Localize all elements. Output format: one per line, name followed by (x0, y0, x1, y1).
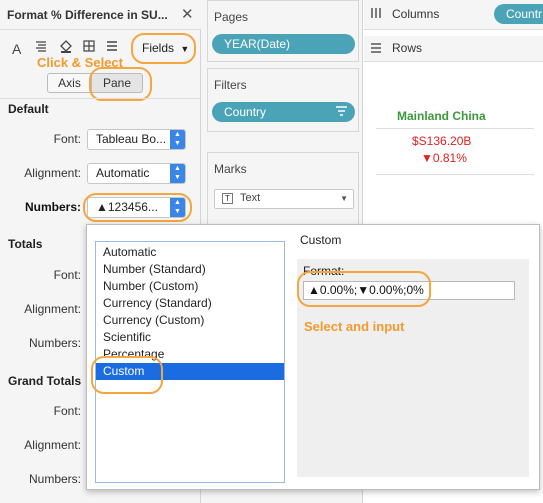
filter-icon (336, 102, 347, 122)
alignment-select-value: Automatic (96, 166, 150, 180)
rows-label: Rows (392, 41, 423, 55)
custom-title: Custom (300, 233, 342, 247)
custom-format-panel: Custom Format: ▲0.00%;▼0.00%;0% Select a… (297, 233, 537, 485)
columns-icon (370, 7, 382, 22)
highlight-fields (131, 33, 196, 64)
filters-card: Filters Country (207, 68, 359, 132)
marks-card: Marks T Text ▼ (207, 152, 359, 232)
columns-shelf: Columns Countr (364, 0, 543, 30)
pages-pill[interactable]: YEAR(Date) (212, 34, 355, 54)
rows-icon (370, 42, 382, 57)
alignment-select[interactable]: Automatic ▲ ▼ (87, 163, 186, 184)
pages-title: Pages (214, 10, 249, 24)
highlight-format-input (297, 271, 431, 307)
numbers-label: Numbers: (24, 200, 81, 214)
viz-value: $S136.20B (412, 134, 472, 148)
font-label: Font: (53, 132, 81, 146)
divider (376, 174, 534, 175)
close-icon[interactable]: ✕ (181, 5, 194, 23)
totals-numbers-label: Numbers: (28, 336, 81, 350)
list-item-currency-custom[interactable]: Currency (Custom) (96, 312, 284, 329)
section-default-heading: Default (8, 102, 49, 116)
filters-pill[interactable]: Country (212, 102, 355, 122)
list-item-scientific[interactable]: Scientific (96, 329, 284, 346)
pages-card: Pages YEAR(Date) (207, 0, 359, 62)
font-icon[interactable]: A (12, 41, 21, 57)
columns-label: Columns (392, 7, 440, 21)
mark-type-label: Text (240, 192, 261, 204)
mark-type-select[interactable]: T Text ▼ (214, 189, 354, 209)
list-item-number-standard[interactable]: Number (Standard) (96, 261, 284, 278)
highlight-pane-tab (89, 67, 152, 101)
stepper-icon: ▲ ▼ (170, 164, 185, 183)
font-select-value: Tableau Bo... (96, 132, 167, 146)
list-item-currency-standard[interactable]: Currency (Standard) (96, 295, 284, 312)
rows-shelf: Rows (364, 36, 543, 62)
marks-title: Marks (214, 162, 247, 176)
section-totals-heading: Totals (8, 237, 43, 251)
stepper-icon: ▲ ▼ (170, 130, 185, 149)
format-pane-header: Format % Difference in SU... ✕ (0, 0, 201, 30)
alignment-icon[interactable] (35, 40, 47, 55)
grand-font-label: Font: (53, 404, 81, 418)
format-pane-title: Format % Difference in SU... (7, 8, 168, 22)
annotation-select-input: Select and input (304, 319, 405, 334)
font-select[interactable]: Tableau Bo... ▲ ▼ (87, 129, 186, 150)
divider (376, 128, 534, 129)
number-format-popup: Automatic Number (Standard) Number (Cust… (86, 224, 540, 490)
highlight-custom-item (91, 356, 163, 394)
borders-icon[interactable] (83, 40, 95, 55)
section-grand-totals-heading: Grand Totals (8, 374, 82, 388)
divider (0, 98, 200, 99)
tab-axis[interactable]: Axis (47, 73, 92, 93)
viz-diff: ▼0.81% (421, 151, 467, 165)
viz-column-header: Mainland China (397, 109, 486, 123)
filters-title: Filters (214, 78, 247, 92)
grand-alignment-label: Alignment: (24, 438, 81, 452)
totals-font-label: Font: (53, 268, 81, 282)
text-mark-icon: T (222, 193, 233, 204)
chevron-down-icon: ▼ (340, 194, 348, 203)
list-item-number-custom[interactable]: Number (Custom) (96, 278, 284, 295)
columns-pill[interactable]: Countr (494, 4, 543, 24)
shading-icon[interactable] (59, 40, 73, 56)
filters-pill-label: Country (224, 105, 267, 119)
totals-alignment-label: Alignment: (24, 302, 81, 316)
list-item-automatic[interactable]: Automatic (96, 244, 284, 261)
alignment-label: Alignment: (24, 166, 81, 180)
lines-icon[interactable] (106, 40, 118, 55)
grand-numbers-label: Numbers: (28, 472, 81, 486)
highlight-numbers (83, 193, 192, 222)
custom-format-box: Format: ▲0.00%;▼0.00%;0% Select and inpu… (297, 259, 529, 477)
